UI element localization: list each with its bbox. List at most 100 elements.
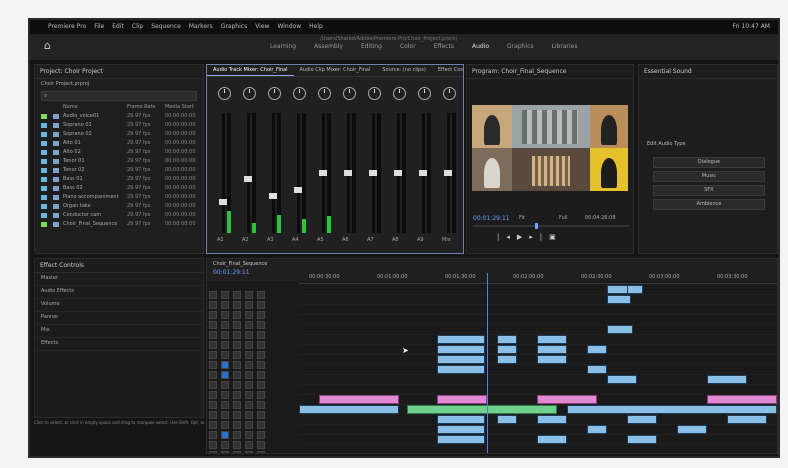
audio-type-button[interactable]: Music [653, 171, 765, 182]
timeline-clip[interactable] [437, 355, 485, 364]
step-back-icon[interactable]: ◂ [506, 233, 517, 241]
play-icon[interactable]: ▶ [517, 233, 529, 241]
track-control-icon[interactable] [245, 451, 253, 453]
program-timecode[interactable]: 00:01:29:11 [473, 215, 510, 222]
track-header[interactable] [207, 295, 299, 309]
timeline-clip[interactable] [587, 345, 607, 354]
track-header[interactable] [207, 365, 299, 379]
workspace-tab[interactable]: Color [400, 43, 416, 50]
timeline-clip[interactable] [437, 425, 485, 434]
project-item[interactable]: Alto 02 29.97 fps 00:00:00:00 [35, 148, 203, 157]
timeline-clip[interactable] [587, 425, 607, 434]
project-item[interactable]: Alto 01 29.97 fps 00:00:00:00 [35, 139, 203, 148]
volume-fader-track[interactable] [297, 113, 300, 233]
track-control-icon[interactable] [257, 451, 265, 453]
project-item[interactable]: Tenor 02 29.97 fps 00:00:00:00 [35, 166, 203, 175]
workspace-tab[interactable]: Effects [434, 43, 454, 50]
timeline-timecode[interactable]: 00:01:29:11 [213, 269, 250, 276]
workspace-tab[interactable]: Assembly [314, 43, 343, 50]
mixer-tab[interactable]: Source: (no clips) [376, 65, 431, 75]
timeline-clip[interactable] [497, 335, 517, 344]
mixer-tab[interactable]: Audio Clip Mixer: Choir_Final [294, 65, 377, 75]
mixer-tab[interactable]: Effect Controls [432, 65, 463, 75]
project-item[interactable]: Conductor cam 29.97 fps 00:00:00:00 [35, 211, 203, 220]
track-header[interactable] [207, 435, 299, 449]
effect-row[interactable]: Volume [35, 299, 203, 312]
pan-knob[interactable] [443, 87, 456, 100]
project-item[interactable]: Piano accompaniment 29.97 fps 00:00:00:00 [35, 193, 203, 202]
pan-knob[interactable] [318, 87, 331, 100]
program-quality-select[interactable]: Full [559, 215, 568, 221]
project-item[interactable]: Soprano 01 29.97 fps 00:00:00:00 [35, 121, 203, 130]
timeline-clip[interactable] [497, 415, 517, 424]
project-item[interactable]: Soprano 02 29.97 fps 00:00:00:00 [35, 130, 203, 139]
timeline-clip[interactable] [537, 335, 567, 344]
program-playhead[interactable] [535, 223, 538, 229]
timeline-clip[interactable] [567, 405, 777, 414]
volume-fader-track[interactable] [247, 113, 250, 233]
pan-knob[interactable] [243, 87, 256, 100]
effect-row[interactable]: Panner [35, 312, 203, 325]
pan-knob[interactable] [418, 87, 431, 100]
track-header[interactable] [207, 405, 299, 419]
timeline-tab[interactable]: Choir_Final_Sequence [213, 261, 267, 267]
project-column-header[interactable]: Frame Rate [127, 104, 156, 110]
timeline-clip[interactable] [537, 395, 597, 404]
project-item[interactable]: Organ take 29.97 fps 00:00:00:00 [35, 202, 203, 211]
workspace-tab[interactable]: Audio [472, 43, 489, 50]
pan-knob[interactable] [368, 87, 381, 100]
timeline-clip[interactable] [437, 365, 485, 374]
audio-type-button[interactable]: Ambience [653, 199, 765, 210]
audio-type-button[interactable]: SFX [653, 185, 765, 196]
pan-knob[interactable] [218, 87, 231, 100]
timeline-ruler[interactable]: 00:00:30:00 00:01:00:00 00:01:30:00 00:02:0… [299, 273, 777, 284]
timeline-clip[interactable] [537, 415, 567, 424]
timeline-clip[interactable] [299, 405, 399, 414]
volume-fader-track[interactable] [272, 113, 275, 233]
track-header[interactable] [207, 395, 299, 409]
mark-out-icon[interactable]: | [540, 233, 549, 241]
menu-item[interactable]: Clip [132, 23, 143, 30]
timeline-clip[interactable] [437, 435, 485, 444]
effect-row[interactable]: Audio Effects [35, 286, 203, 299]
project-item[interactable]: Audio_voice01 29.97 fps 00:00:00:00 [35, 112, 203, 121]
timeline-clip[interactable] [607, 295, 631, 304]
project-item[interactable]: Bass 02 29.97 fps 00:00:00:00 [35, 184, 203, 193]
timeline-clip[interactable] [437, 335, 485, 344]
mixer-tab[interactable]: Audio Track Mixer: Choir_Final [207, 65, 294, 76]
timeline-clip[interactable] [497, 355, 517, 364]
timeline-clip[interactable] [707, 395, 777, 404]
menu-item[interactable]: Help [309, 23, 323, 30]
menu-item[interactable]: View [255, 23, 269, 30]
timeline-clip[interactable] [319, 395, 399, 404]
timeline-clip[interactable] [437, 415, 485, 424]
timeline-clip[interactable] [627, 435, 657, 444]
export-frame-icon[interactable]: ▣ [549, 233, 563, 241]
pan-knob[interactable] [343, 87, 356, 100]
track-header[interactable] [207, 375, 299, 389]
effect-row[interactable]: Effects [35, 338, 203, 351]
timeline-clip[interactable] [537, 345, 567, 354]
program-fit-select[interactable]: Fit [519, 215, 525, 221]
pan-knob[interactable] [293, 87, 306, 100]
track-header[interactable] [207, 325, 299, 339]
track-header[interactable] [207, 315, 299, 329]
timeline-clip[interactable] [437, 345, 485, 354]
track-header[interactable] [207, 335, 299, 349]
menu-item[interactable]: File [94, 23, 104, 30]
audio-type-button[interactable]: Dialogue [653, 157, 765, 168]
project-column-header[interactable]: Name [63, 104, 78, 110]
track-header[interactable] [207, 415, 299, 429]
program-scrubber[interactable] [473, 223, 629, 229]
timeline-clip[interactable] [587, 365, 607, 374]
project-item[interactable]: Tenor 01 29.97 fps 00:00:00:00 [35, 157, 203, 166]
menu-item[interactable]: Edit [112, 23, 124, 30]
track-header[interactable] [207, 285, 299, 299]
project-search-input[interactable]: ⌕ [41, 91, 197, 101]
effect-row[interactable]: Master [35, 273, 203, 286]
workspace-tab[interactable]: Editing [361, 43, 382, 50]
timeline-clip[interactable] [407, 405, 557, 414]
toggle-track-output-icon[interactable] [233, 451, 241, 453]
timeline-clip[interactable] [627, 285, 643, 294]
workspace-tab[interactable]: Graphics [507, 43, 534, 50]
